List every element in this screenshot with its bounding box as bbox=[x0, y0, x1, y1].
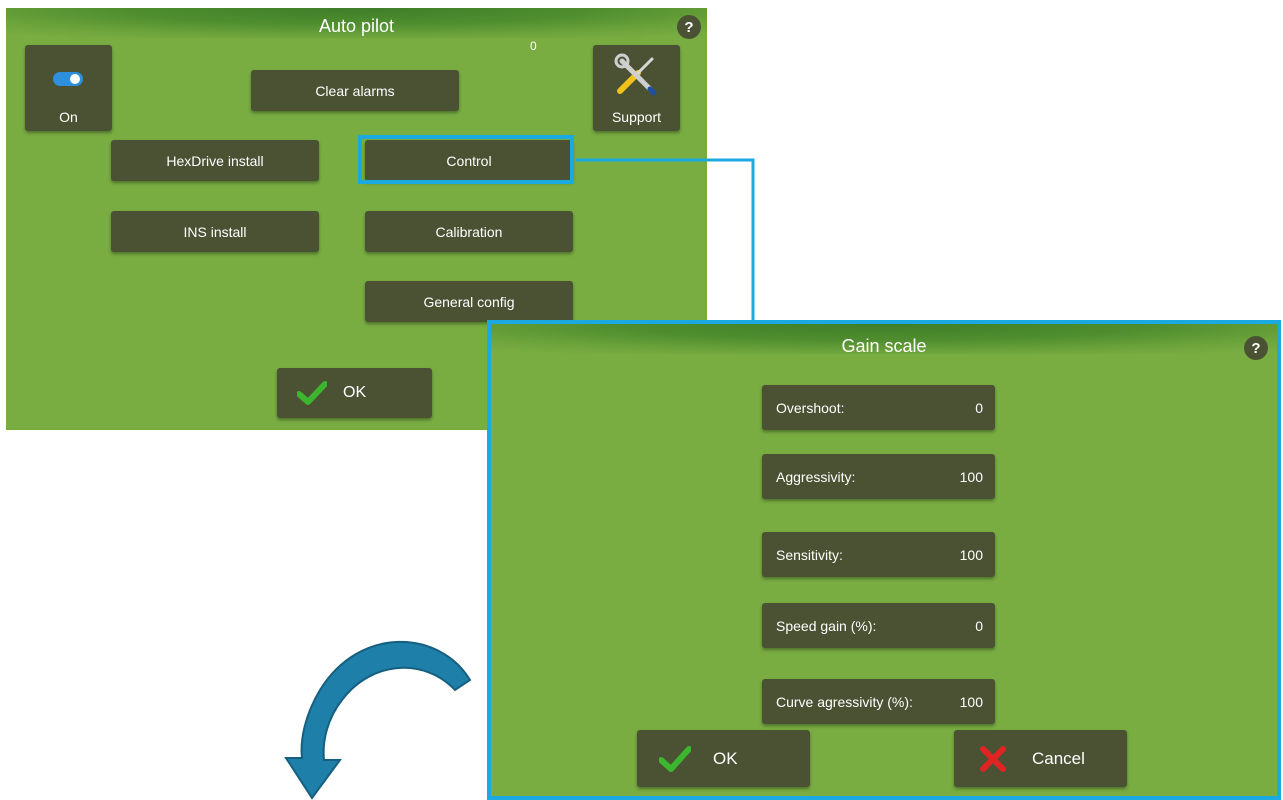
gain-scale-help-icon[interactable]: ? bbox=[1244, 336, 1268, 360]
support-label: Support bbox=[611, 109, 662, 125]
field-label: Aggressivity: bbox=[776, 468, 856, 485]
hexdrive-install-button[interactable]: HexDrive install bbox=[111, 140, 319, 181]
autopilot-toggle-button[interactable]: On bbox=[25, 45, 112, 131]
autopilot-ok-button[interactable]: OK bbox=[277, 368, 432, 418]
ins-install-button[interactable]: INS install bbox=[111, 211, 319, 252]
gain-scale-ok-button[interactable]: OK bbox=[637, 730, 810, 787]
ok-label: OK bbox=[713, 748, 738, 768]
tools-wrench-screwdriver-icon bbox=[614, 53, 657, 96]
speed-gain-field[interactable]: Speed gain (%): 0 bbox=[762, 603, 995, 648]
x-icon bbox=[980, 745, 1006, 772]
checkmark-icon bbox=[297, 381, 327, 405]
field-value: 0 bbox=[975, 617, 983, 634]
curve-agressivity-field[interactable]: Curve agressivity (%): 100 bbox=[762, 679, 995, 724]
general-config-button[interactable]: General config bbox=[365, 281, 573, 322]
calibration-button[interactable]: Calibration bbox=[365, 211, 573, 252]
field-label: Sensitivity: bbox=[776, 546, 843, 563]
toggle-label: On bbox=[59, 109, 78, 125]
overshoot-field[interactable]: Overshoot: 0 bbox=[762, 385, 995, 430]
ok-label: OK bbox=[343, 384, 367, 401]
autopilot-counter: 0 bbox=[530, 39, 537, 53]
autopilot-title: Auto pilot bbox=[318, 16, 395, 36]
clear-alarms-button[interactable]: Clear alarms bbox=[251, 70, 459, 111]
curved-arrow-icon bbox=[284, 640, 472, 800]
field-value: 0 bbox=[975, 399, 983, 416]
field-label: Overshoot: bbox=[776, 399, 845, 416]
toggle-switch-icon bbox=[53, 72, 83, 86]
field-label: Curve agressivity (%): bbox=[776, 693, 913, 710]
field-value: 100 bbox=[959, 546, 983, 563]
checkmark-icon bbox=[659, 745, 691, 772]
gain-scale-title: Gain scale bbox=[841, 336, 927, 356]
autopilot-help-icon[interactable]: ? bbox=[677, 15, 701, 39]
aggressivity-field[interactable]: Aggressivity: 100 bbox=[762, 454, 995, 499]
field-label: Speed gain (%): bbox=[776, 617, 877, 634]
support-button[interactable]: Support bbox=[593, 45, 680, 131]
sensitivity-field[interactable]: Sensitivity: 100 bbox=[762, 532, 995, 577]
field-value: 100 bbox=[959, 693, 983, 710]
gain-scale-panel: Gain scale ? Overshoot: 0 Aggressivity: … bbox=[487, 320, 1281, 800]
field-value: 100 bbox=[959, 468, 983, 485]
cancel-label: Cancel bbox=[1032, 748, 1085, 768]
control-highlight-frame bbox=[358, 135, 574, 184]
gain-scale-cancel-button[interactable]: Cancel bbox=[954, 730, 1127, 787]
